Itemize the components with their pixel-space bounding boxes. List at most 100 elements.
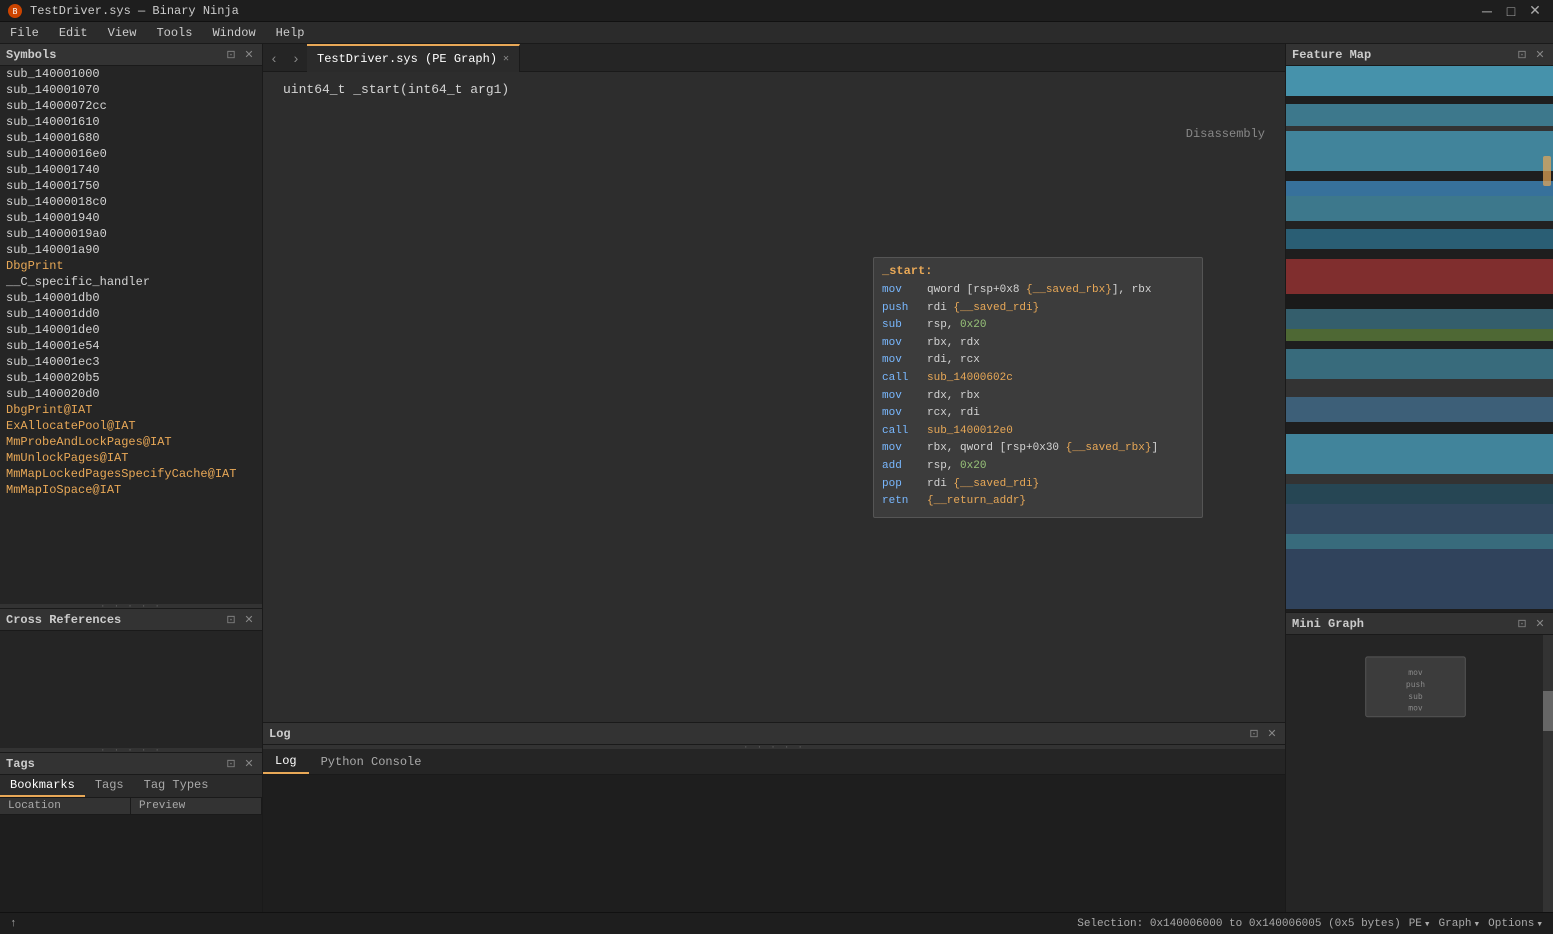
tag-table: Location Preview (0, 798, 262, 912)
feature-map-close-button[interactable]: ✕ (1533, 48, 1547, 62)
crossref-close-button[interactable]: ✕ (242, 613, 256, 627)
left-sidebar: Symbols ⊡ ✕ sub_140001000sub_140001070su… (0, 44, 263, 912)
instruction-row: retn{__return_addr} (882, 493, 1194, 511)
tags-close-button[interactable]: ✕ (242, 757, 256, 771)
tab-bookmarks[interactable]: Bookmarks (0, 775, 85, 797)
symbols-title: Symbols (6, 48, 56, 62)
feature-map-float-button[interactable]: ⊡ (1515, 48, 1529, 62)
symbol-item[interactable]: DbgPrint@IAT (0, 402, 262, 418)
main-layout: Symbols ⊡ ✕ sub_140001000sub_140001070su… (0, 44, 1553, 912)
instr-mnemonic: mov (882, 388, 927, 406)
menu-file[interactable]: File (0, 22, 49, 43)
symbol-item[interactable]: sub_1400020d0 (0, 386, 262, 402)
pe-label: PE (1409, 918, 1422, 930)
symbol-item[interactable]: sub_140001dd0 (0, 306, 262, 322)
symbol-item[interactable]: sub_14000019a0 (0, 226, 262, 242)
crossref-float-button[interactable]: ⊡ (224, 613, 238, 627)
symbol-item[interactable]: sub_140001750 (0, 178, 262, 194)
tab-prev-button[interactable]: ‹ (263, 44, 285, 72)
tab-tags[interactable]: Tags (85, 775, 134, 797)
symbol-item[interactable]: DbgPrint (0, 258, 262, 274)
menu-window[interactable]: Window (202, 22, 265, 43)
crossref-content (0, 631, 262, 748)
symbol-item[interactable]: MmUnlockPages@IAT (0, 450, 262, 466)
menu-edit[interactable]: Edit (49, 22, 98, 43)
mini-graph-thumb[interactable] (1543, 691, 1553, 731)
symbol-item[interactable]: sub_140001680 (0, 130, 262, 146)
close-button[interactable]: ✕ (1525, 2, 1545, 19)
menu-view[interactable]: View (98, 22, 147, 43)
log-controls: ⊡ ✕ (1247, 727, 1279, 741)
symbol-item[interactable]: sub_140001000 (0, 66, 262, 82)
graph-button[interactable]: Graph ▾ (1439, 917, 1481, 931)
instr-mnemonic: mov (882, 440, 927, 458)
symbol-item[interactable]: sub_140001e54 (0, 338, 262, 354)
symbol-item[interactable]: sub_140001a90 (0, 242, 262, 258)
symbol-item[interactable]: sub_140001de0 (0, 322, 262, 338)
function-header: uint64_t _start(int64_t arg1) (283, 82, 509, 97)
crossref-header: Cross References ⊡ ✕ (0, 609, 262, 631)
instr-operands: rsp, 0x20 (927, 317, 986, 335)
mini-graph-content[interactable]: mov push sub mov (1286, 635, 1553, 912)
symbols-close-button[interactable]: ✕ (242, 48, 256, 62)
tab-tag-types[interactable]: Tag Types (134, 775, 219, 797)
symbol-item[interactable]: sub_14000018c0 (0, 194, 262, 210)
feature-map-content[interactable] (1286, 66, 1553, 612)
mini-graph-close-button[interactable]: ✕ (1533, 617, 1547, 631)
symbol-item[interactable]: sub_140001740 (0, 162, 262, 178)
options-dropdown-icon: ▾ (1536, 917, 1543, 931)
symbol-item[interactable]: sub_14000016e0 (0, 146, 262, 162)
tab-next-button[interactable]: › (285, 44, 307, 72)
editor-tab-main[interactable]: TestDriver.sys (PE Graph) ✕ (307, 44, 520, 72)
symbols-list[interactable]: sub_140001000sub_140001070sub_14000072cc… (0, 66, 262, 604)
log-float-button[interactable]: ⊡ (1247, 727, 1261, 741)
tags-float-button[interactable]: ⊡ (224, 757, 238, 771)
symbol-item[interactable]: sub_140001ec3 (0, 354, 262, 370)
symbol-item[interactable]: ExAllocatePool@IAT (0, 418, 262, 434)
symbols-panel: Symbols ⊡ ✕ sub_140001000sub_140001070su… (0, 44, 262, 604)
disassembly-label[interactable]: Disassembly (1186, 127, 1265, 141)
tags-panel: Tags ⊡ ✕ Bookmarks Tags Tag Types Locati… (0, 752, 262, 912)
symbol-item[interactable]: MmProbeAndLockPages@IAT (0, 434, 262, 450)
instr-operands: rdi {__saved_rdi} (927, 300, 1039, 318)
node-instructions: movqword [rsp+0x8 {__saved_rbx}], rbxpus… (882, 282, 1194, 511)
menu-tools[interactable]: Tools (146, 22, 202, 43)
pe-button[interactable]: PE ▾ (1409, 917, 1431, 931)
symbol-item[interactable]: sub_140001070 (0, 82, 262, 98)
feature-map-header: Feature Map ⊡ ✕ (1286, 44, 1553, 66)
graph-node-start[interactable]: _start: movqword [rsp+0x8 {__saved_rbx}]… (873, 257, 1203, 518)
maximize-button[interactable]: □ (1501, 2, 1521, 19)
instruction-row: movrdx, rbx (882, 388, 1194, 406)
symbol-item[interactable]: sub_14000072cc (0, 98, 262, 114)
graph-area[interactable]: uint64_t _start(int64_t arg1) Disassembl… (263, 72, 1285, 722)
symbol-item[interactable]: MmMapIoSpace@IAT (0, 482, 262, 498)
log-close-button[interactable]: ✕ (1265, 727, 1279, 741)
symbols-float-button[interactable]: ⊡ (224, 48, 238, 62)
minimize-button[interactable]: ─ (1477, 2, 1497, 19)
symbol-item[interactable]: __C_specific_handler (0, 274, 262, 290)
symbol-item[interactable]: sub_140001610 (0, 114, 262, 130)
instruction-row: movrdi, rcx (882, 352, 1194, 370)
symbol-item[interactable]: sub_140001db0 (0, 290, 262, 306)
instr-operands: rbx, qword [rsp+0x30 {__saved_rbx}] (927, 440, 1158, 458)
instruction-row: addrsp, 0x20 (882, 458, 1194, 476)
status-arrow-up[interactable]: ↑ (10, 918, 17, 930)
log-tab-python[interactable]: Python Console (309, 749, 434, 774)
symbol-item[interactable]: MmMapLockedPagesSpecifyCache@IAT (0, 466, 262, 482)
symbol-item[interactable]: sub_140001940 (0, 210, 262, 226)
mini-graph-scrollbar[interactable] (1543, 635, 1553, 912)
options-label: Options (1488, 918, 1534, 930)
options-button[interactable]: Options ▾ (1488, 917, 1543, 931)
editor-tab-close[interactable]: ✕ (503, 53, 509, 65)
instr-operands: rdi, rcx (927, 352, 980, 370)
symbols-header: Symbols ⊡ ✕ (0, 44, 262, 66)
log-tab-log[interactable]: Log (263, 749, 309, 774)
crossref-controls: ⊡ ✕ (224, 613, 256, 627)
instr-mnemonic: mov (882, 335, 927, 353)
instr-mnemonic: sub (882, 317, 927, 335)
log-tabs: Log Python Console (263, 749, 1285, 775)
menu-help[interactable]: Help (266, 22, 315, 43)
function-signature: uint64_t _start(int64_t arg1) (283, 82, 509, 97)
mini-graph-float-button[interactable]: ⊡ (1515, 617, 1529, 631)
symbol-item[interactable]: sub_1400020b5 (0, 370, 262, 386)
